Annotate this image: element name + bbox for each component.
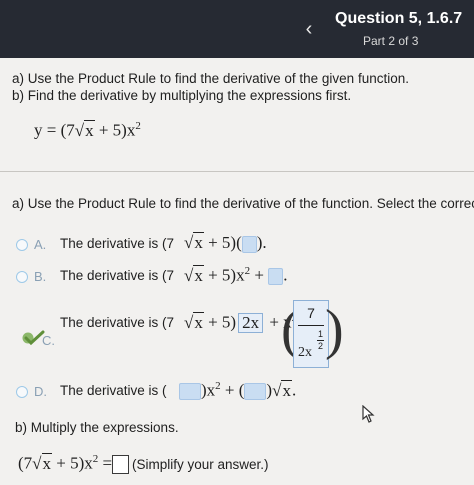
option-c-letter: C. [42, 333, 55, 348]
instruction-b: b) Find the derivative by multiplying th… [12, 88, 352, 103]
option-d-answer-box-2 [244, 383, 267, 401]
option-b-label: The derivative is (7 [60, 268, 175, 283]
option-d-letter: D. [34, 384, 47, 399]
option-b-answer-box [268, 268, 284, 286]
mouse-cursor-icon [362, 404, 376, 428]
option-c-label: The derivative is (7 [60, 315, 175, 330]
option-b-letter: B. [34, 269, 47, 284]
instruction-a: a) Use the Product Rule to find the deri… [12, 71, 409, 86]
function-expression: y = (7√x + 5)x2 [34, 119, 141, 140]
question-header: ‹ Question 5, 1.6.7 Part 2 of 3 [0, 0, 474, 58]
back-chevron-icon[interactable]: ‹ [298, 18, 320, 40]
option-a-answer-box [241, 235, 257, 253]
part-b-expression: (7√x + 5)x2 = [18, 452, 113, 473]
question-title: Question 5, 1.6.7 [335, 10, 463, 27]
option-b-radio[interactable] [16, 271, 28, 283]
part-b-prompt: b) Multiply the expressions. [15, 420, 179, 435]
option-a-label: The derivative is (7 [60, 236, 175, 251]
option-c-fraction: ( 7 2x 1 2 ) [281, 298, 344, 370]
part-b-answer-input[interactable] [112, 455, 129, 474]
option-a-expression: √x + 5)(). [184, 232, 267, 253]
option-d-answer-box-1 [179, 383, 201, 401]
option-d-radio[interactable] [16, 386, 28, 398]
option-a-letter: A. [34, 237, 47, 252]
section-divider [0, 171, 474, 172]
option-b-expression: √x + 5)x2 + . [184, 264, 288, 286]
option-d-expression: )x2 + ()√x. [179, 379, 296, 401]
part-b-hint: (Simplify your answer.) [132, 457, 269, 472]
option-d-label: The derivative is ( [60, 383, 167, 398]
option-a-radio[interactable] [16, 239, 28, 251]
question-part: Part 2 of 3 [363, 34, 419, 48]
option-c-answer-1: 2x [238, 312, 264, 333]
part-a-prompt: a) Use the Product Rule to find the deri… [12, 196, 474, 211]
